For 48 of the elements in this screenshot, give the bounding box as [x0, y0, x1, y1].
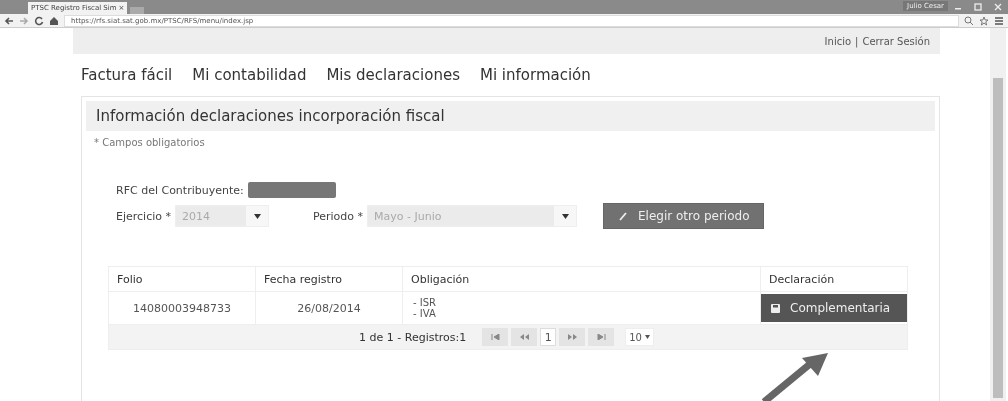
last-page-icon [596, 334, 606, 340]
nav-item[interactable]: Factura fácil [81, 66, 173, 84]
next-page-icon [567, 334, 577, 340]
restore-icon[interactable] [972, 2, 984, 12]
panel-title: Información declaraciones incorporación fiscal [86, 101, 935, 131]
home-link[interactable]: Inicio [824, 35, 852, 47]
reload-icon[interactable] [34, 15, 44, 26]
search-icon[interactable] [964, 15, 974, 26]
table-cell: 14080003948733 [108, 291, 256, 325]
nav-item[interactable]: Mi información [479, 66, 591, 84]
page-size-select[interactable]: 10 [625, 328, 654, 346]
last-page-button[interactable] [588, 328, 615, 346]
logout-link[interactable]: Cerrar Sesión [862, 35, 930, 47]
page-number[interactable]: 1 [540, 328, 557, 346]
rfc-label: RFC del Contribuyente: [116, 183, 244, 197]
link-separator: | [855, 35, 859, 47]
year-label: Ejercicio * [116, 209, 171, 223]
first-page-icon [490, 334, 500, 340]
obligation-item: - ISR [413, 297, 438, 308]
caret-icon [253, 213, 261, 219]
column-header: Folio [108, 266, 256, 292]
close-icon[interactable] [992, 2, 1004, 12]
period-label: Periodo * [313, 209, 364, 223]
required-note: * Campos obligatorios [93, 136, 206, 150]
previous-page-icon [519, 334, 529, 340]
column-header: Declaración [760, 266, 908, 292]
complementaria-button[interactable]: Complementaria [761, 294, 907, 322]
first-page-button[interactable] [482, 328, 509, 346]
pencil-icon [618, 211, 629, 221]
menu-icon[interactable] [994, 15, 1004, 26]
next-page-button[interactable] [559, 328, 586, 346]
previous-page-button[interactable] [511, 328, 538, 346]
nav-item[interactable]: Mis declaraciones [326, 66, 460, 84]
forward-icon[interactable] [19, 15, 29, 26]
caret-icon [561, 213, 569, 219]
table-cell: 26/08/2014 [255, 291, 403, 325]
pager-summary: 1 de 1 - Registros:1 [359, 330, 467, 344]
obligation-item: - IVA [413, 308, 437, 319]
back-icon[interactable] [4, 15, 14, 26]
column-header: Obligación [402, 266, 761, 292]
home-icon[interactable] [49, 15, 59, 26]
star-icon[interactable] [979, 15, 989, 26]
nav-item[interactable]: Mi contabilidad [192, 66, 307, 84]
column-header: Fecha registro [255, 266, 403, 292]
choose-period-button[interactable]: Elegir otro periodo [603, 203, 765, 229]
save-icon [771, 303, 780, 313]
scrollbar[interactable] [990, 28, 1006, 401]
caret-icon [644, 335, 650, 339]
